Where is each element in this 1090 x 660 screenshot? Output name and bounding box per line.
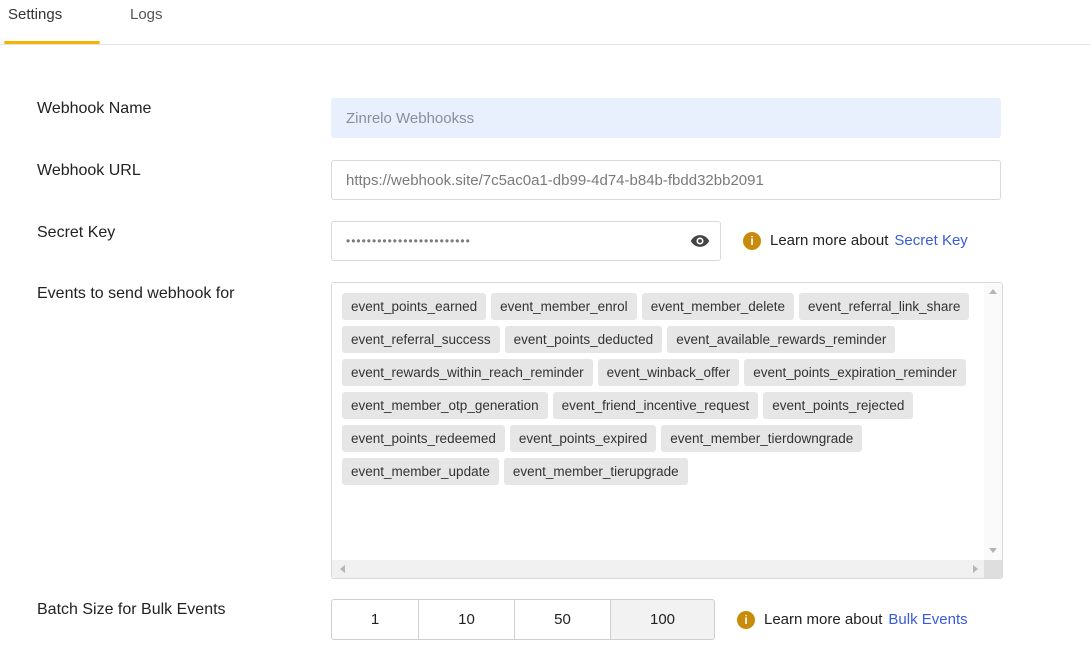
event-chip[interactable]: event_referral_success [342, 326, 500, 353]
event-chip[interactable]: event_points_earned [342, 293, 487, 320]
batch-size-option-1[interactable]: 1 [332, 600, 419, 639]
secret-key-link[interactable]: Secret Key [894, 232, 967, 249]
bulk-events-link[interactable]: Bulk Events [888, 611, 967, 628]
event-chip[interactable]: event_rewards_within_reach_reminder [342, 359, 593, 386]
secret-key-input[interactable] [331, 221, 721, 261]
event-chip[interactable]: event_member_otp_generation [342, 392, 548, 419]
info-icon: i [737, 611, 755, 630]
events-label: Events to send webhook for [37, 285, 235, 302]
secret-key-label: Secret Key [37, 224, 116, 241]
scroll-right-arrow-icon[interactable] [973, 565, 978, 573]
batch-size-option-10[interactable]: 10 [419, 600, 515, 639]
webhook-url-input[interactable] [331, 160, 1001, 200]
scroll-left-arrow-icon[interactable] [340, 565, 345, 573]
active-tab-indicator [4, 41, 100, 44]
event-chip[interactable]: event_referral_link_share [799, 293, 970, 320]
info-icon: i [743, 232, 761, 251]
event-chip[interactable]: event_points_expired [509, 425, 657, 452]
event-chip[interactable]: event_member_update [342, 458, 499, 485]
batch-size-option-100[interactable]: 100 [611, 600, 714, 639]
scroll-up-arrow-icon[interactable] [989, 289, 997, 294]
event-chip[interactable]: event_friend_incentive_request [552, 392, 759, 419]
scroll-down-arrow-icon[interactable] [989, 548, 997, 553]
eye-icon[interactable] [690, 232, 710, 250]
event-chip[interactable]: event_points_expiration_reminder [744, 359, 966, 386]
tab-bar: Settings Logs [0, 0, 1090, 45]
tab-logs[interactable]: Logs [130, 6, 163, 23]
event-chip[interactable]: event_member_tierupgrade [503, 458, 688, 485]
secret-key-help: i Learn more about Secret Key [743, 232, 968, 251]
webhook-url-label: Webhook URL [37, 162, 141, 179]
events-select[interactable]: event_points_earned event_member_enrol eve… [331, 282, 1003, 579]
event-chip[interactable]: event_winback_offer [597, 359, 740, 386]
batch-size-option-50[interactable]: 50 [515, 600, 611, 639]
event-chip[interactable]: event_points_rejected [763, 392, 914, 419]
learn-more-text: Learn more about [764, 611, 883, 628]
webhook-name-label: Webhook Name [37, 100, 152, 117]
learn-more-text: Learn more about [770, 232, 889, 249]
tab-settings[interactable]: Settings [8, 6, 62, 23]
event-chip[interactable]: event_member_enrol [491, 293, 637, 320]
event-chip[interactable]: event_member_tierdowngrade [661, 425, 863, 452]
webhook-name-input[interactable] [331, 98, 1001, 138]
event-chip[interactable]: event_member_delete [641, 293, 795, 320]
horizontal-scrollbar[interactable] [332, 560, 984, 578]
event-chips: event_points_earned event_member_enrol eve… [342, 293, 982, 491]
event-chip[interactable]: event_points_redeemed [342, 425, 505, 452]
vertical-scrollbar[interactable] [984, 283, 1002, 578]
batch-size-label: Batch Size for Bulk Events [37, 601, 226, 618]
event-chip[interactable]: event_points_deducted [504, 326, 663, 353]
bulk-events-help: i Learn more about Bulk Events [737, 611, 968, 630]
event-chip[interactable]: event_available_rewards_reminder [667, 326, 896, 353]
batch-size-selector: 1 10 50 100 [331, 599, 715, 640]
scrollbar-corner [984, 560, 1002, 578]
